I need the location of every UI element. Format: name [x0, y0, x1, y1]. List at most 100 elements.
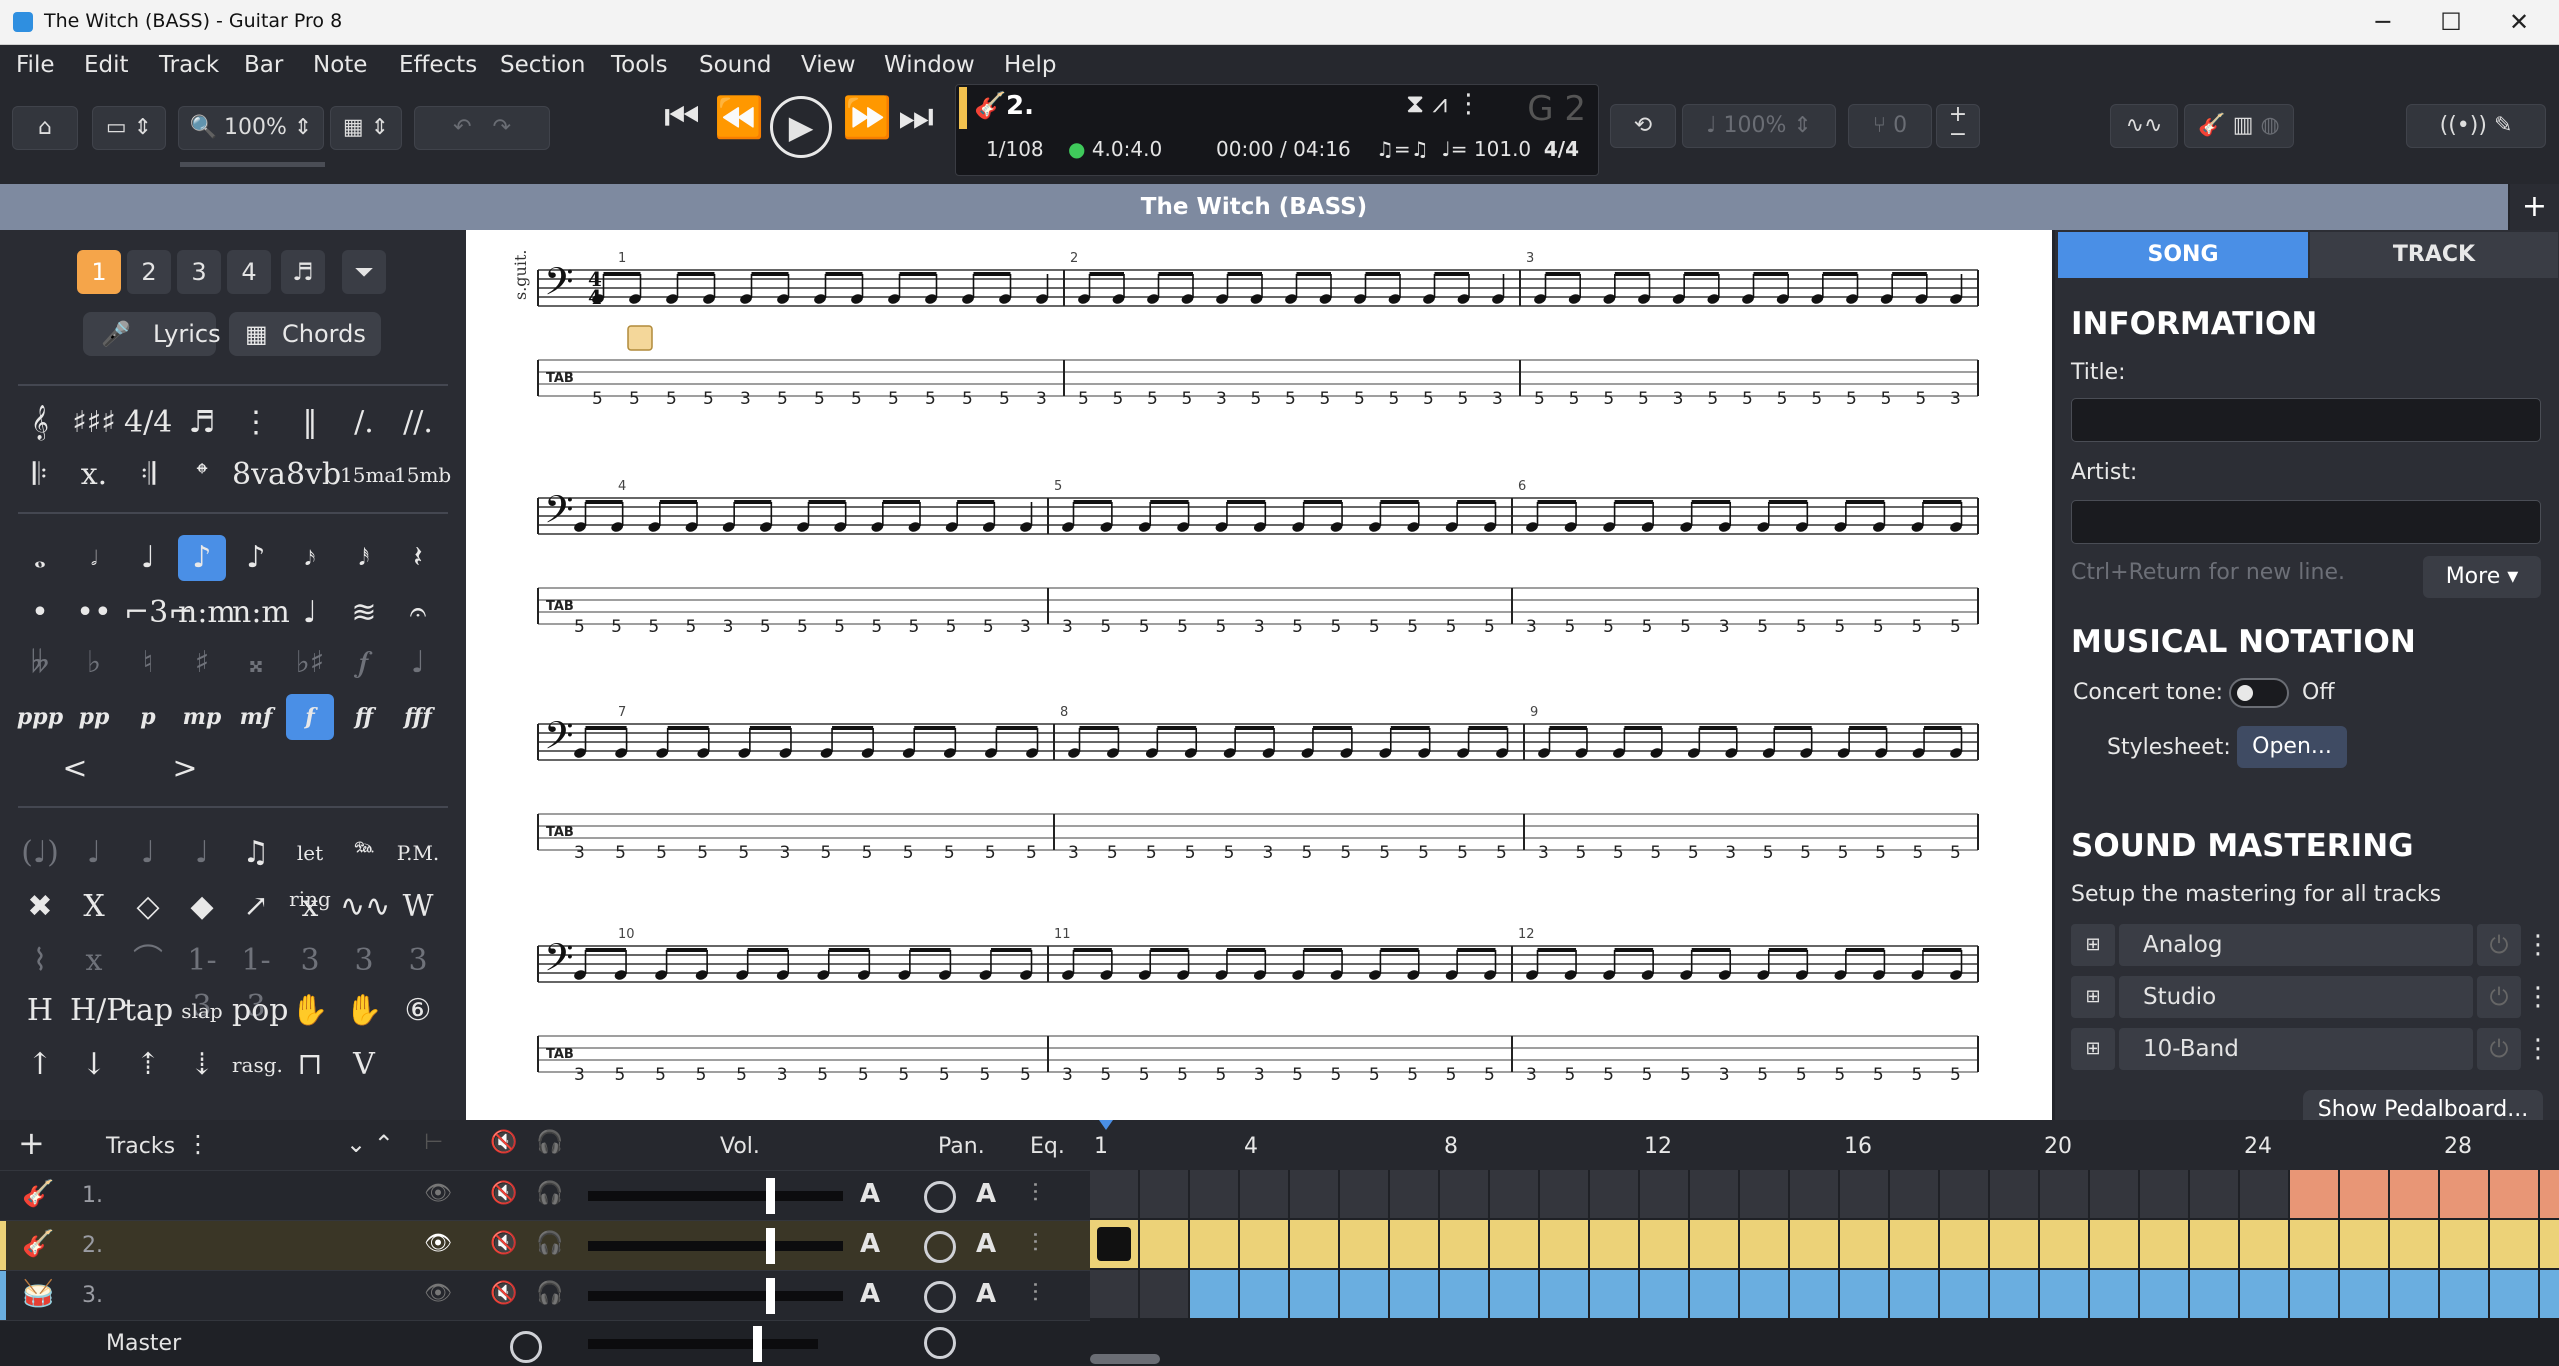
timeline-bar-cell[interactable]: [2440, 1220, 2490, 1268]
timeline-bar-cell[interactable]: [1840, 1170, 1890, 1218]
accidental-acc-6[interactable]: 𝆑: [340, 640, 388, 686]
effect-symbol-fx2-7[interactable]: W: [394, 884, 442, 930]
timeline-bar-cell[interactable]: [1640, 1220, 1690, 1268]
timeline-bar-cell[interactable]: [1790, 1220, 1840, 1268]
timeline-bar-cell[interactable]: [1740, 1270, 1790, 1318]
timeline-bar-cell[interactable]: [2490, 1220, 2540, 1268]
timeline-bar-cell[interactable]: [1540, 1270, 1590, 1318]
timeline-bar-cell[interactable]: [1340, 1270, 1390, 1318]
effect-symbol-fx1-1[interactable]: ♩: [70, 830, 118, 876]
accidental-acc-3[interactable]: ♯: [178, 640, 226, 686]
note-duration-notes-0[interactable]: 𝅝: [16, 535, 64, 581]
timeline-bar-cell[interactable]: [1090, 1170, 1140, 1218]
voice-2-button[interactable]: 2: [127, 250, 171, 294]
stroke-symbol-fx5-0[interactable]: ↑: [16, 1042, 64, 1088]
dynamic-dyn-4[interactable]: mf: [232, 694, 280, 740]
power-icon[interactable]: ⏻: [2477, 1028, 2521, 1070]
fast-forward-button[interactable]: ⏩: [842, 94, 892, 141]
visibility-eye-icon[interactable]: 👁: [424, 1231, 452, 1256]
timeline-bar-cell[interactable]: [1840, 1220, 1890, 1268]
home-button[interactable]: ⌂: [12, 106, 78, 150]
timeline-bar-cell[interactable]: [1540, 1170, 1590, 1218]
equalizer-icon[interactable]: ⫶: [1032, 1179, 1039, 1210]
effect-symbol-fx3-4[interactable]: 1-3: [232, 938, 280, 1024]
timeline-bar-cell[interactable]: [1940, 1220, 1990, 1268]
track-row-1[interactable]: 🎸 1. 👁 🔇 🎧 A A ⫶: [0, 1170, 1090, 1220]
stylesheet-open-button[interactable]: Open...: [2237, 726, 2347, 768]
track-timeline-grid[interactable]: [1090, 1170, 2559, 1320]
solo-headphones-icon[interactable]: 🎧: [536, 1181, 563, 1206]
timeline-bar-cell[interactable]: [1440, 1270, 1490, 1318]
effect-symbol-fx3-5[interactable]: 3: [286, 938, 334, 984]
menu-tools[interactable]: Tools: [611, 52, 668, 78]
timeline-track-row-2[interactable]: [1090, 1220, 2559, 1268]
effect-symbol-fx2-3[interactable]: ◆: [178, 884, 226, 930]
power-icon[interactable]: ⏻: [2477, 976, 2521, 1018]
timeline-bar-cell[interactable]: [2290, 1170, 2340, 1218]
effect-symbol-fx2-2[interactable]: ◇: [124, 884, 172, 930]
timeline-bar-cell[interactable]: [1190, 1270, 1240, 1318]
new-tab-button[interactable]: +: [2510, 184, 2559, 230]
effect-symbol-fx1-5[interactable]: let ring: [286, 830, 334, 911]
note-duration-notes-6[interactable]: 𝅘𝅥𝅰: [340, 535, 388, 581]
mastering-select-studio[interactable]: Studio: [2119, 976, 2473, 1018]
transpose-button[interactable]: + −: [1936, 104, 1980, 148]
mastering-select-10band[interactable]: 10-Band: [2119, 1028, 2473, 1070]
effect-symbol-fx3-6[interactable]: 3: [340, 938, 388, 984]
accidental-acc-2[interactable]: ♮: [124, 640, 172, 686]
timeline-bar-cell[interactable]: [2190, 1220, 2240, 1268]
dynamic-dyn-0[interactable]: ppp: [16, 694, 64, 740]
audio-view-button[interactable]: ∿∿: [2110, 104, 2178, 148]
timeline-bar-cell[interactable]: [2390, 1220, 2440, 1268]
timeline-bar-cell[interactable]: [1840, 1270, 1890, 1318]
timeline-bar-cell[interactable]: [1690, 1170, 1740, 1218]
timeline-bar-cell[interactable]: [2340, 1170, 2390, 1218]
timeline-bar-cell[interactable]: [1990, 1270, 2040, 1318]
timeline-bar-cell[interactable]: [2090, 1270, 2140, 1318]
stroke-symbol-fx5-4[interactable]: rasg.: [232, 1042, 283, 1088]
dynamic-dyn-5[interactable]: f: [286, 694, 334, 740]
clef-symbol-clefs-1[interactable]: ♯♯♯: [70, 400, 118, 446]
effect-symbol-fx3-2[interactable]: ⌒: [124, 938, 172, 984]
effect-symbol-fx3-1[interactable]: x: [70, 938, 118, 984]
timeline-bar-cell[interactable]: [2040, 1220, 2090, 1268]
chords-button[interactable]: ▦ Chords: [229, 312, 381, 356]
timeline-bar-cell[interactable]: [1290, 1170, 1340, 1218]
dynamic-dyn-1[interactable]: pp: [70, 694, 118, 740]
effect-symbol-fx1-0[interactable]: (♩): [16, 830, 64, 876]
auto-pan-icon[interactable]: A: [976, 1279, 996, 1309]
effect-symbol-fx3-3[interactable]: 1-3: [178, 938, 226, 1024]
add-track-button[interactable]: +: [18, 1124, 45, 1162]
rhythm-symbol-dots-4[interactable]: n:m: [232, 590, 290, 636]
stroke-symbol-fx5-3[interactable]: ⇣: [178, 1042, 226, 1088]
rhythm-symbol-dots-6[interactable]: ≋: [340, 590, 388, 636]
accidental-acc-0[interactable]: 𝄫: [16, 640, 64, 686]
rhythm-symbol-dots-5[interactable]: ♩: [286, 590, 334, 636]
rewind-button[interactable]: ⏪: [714, 94, 764, 141]
timeline-bar-cell[interactable]: [1490, 1170, 1540, 1218]
timeline-bar-cell[interactable]: [1790, 1170, 1840, 1218]
technique-symbol-fx4-4[interactable]: pop: [232, 988, 288, 1034]
timeline-bar-cell[interactable]: [1240, 1220, 1290, 1268]
timeline-bar-cell[interactable]: [1490, 1270, 1540, 1318]
timeline-bar-cell[interactable]: [2190, 1170, 2240, 1218]
timeline-bar-cell[interactable]: [1140, 1270, 1190, 1318]
master-pan-knob[interactable]: [924, 1327, 956, 1359]
timeline-bar-cell[interactable]: [1990, 1170, 2040, 1218]
timeline-bar-cell[interactable]: [1540, 1220, 1590, 1268]
play-button[interactable]: ▶: [770, 96, 832, 158]
note-duration-notes-4[interactable]: ♪: [232, 535, 280, 581]
timeline-bar-cell[interactable]: [2440, 1270, 2490, 1318]
timeline-bar-cell[interactable]: [1590, 1270, 1640, 1318]
kebab-menu-icon[interactable]: ⋮: [2525, 976, 2551, 1018]
solo-headphones-icon[interactable]: 🎧: [536, 1281, 563, 1306]
repeat-symbol-repeats-2[interactable]: 𝄇: [124, 452, 172, 498]
maximize-button[interactable]: ☐: [2418, 4, 2484, 40]
artist-field[interactable]: [2071, 500, 2541, 544]
timeline-bar-cell[interactable]: [1640, 1170, 1690, 1218]
timeline-bar-cell[interactable]: [1740, 1220, 1790, 1268]
note-duration-notes-5[interactable]: 𝅘𝅥𝅯: [286, 535, 334, 581]
technique-symbol-fx4-2[interactable]: tap: [124, 988, 173, 1034]
lyrics-button[interactable]: 🎤 Lyrics: [83, 312, 221, 356]
clef-symbol-clefs-7[interactable]: ∕∕.: [394, 400, 442, 446]
